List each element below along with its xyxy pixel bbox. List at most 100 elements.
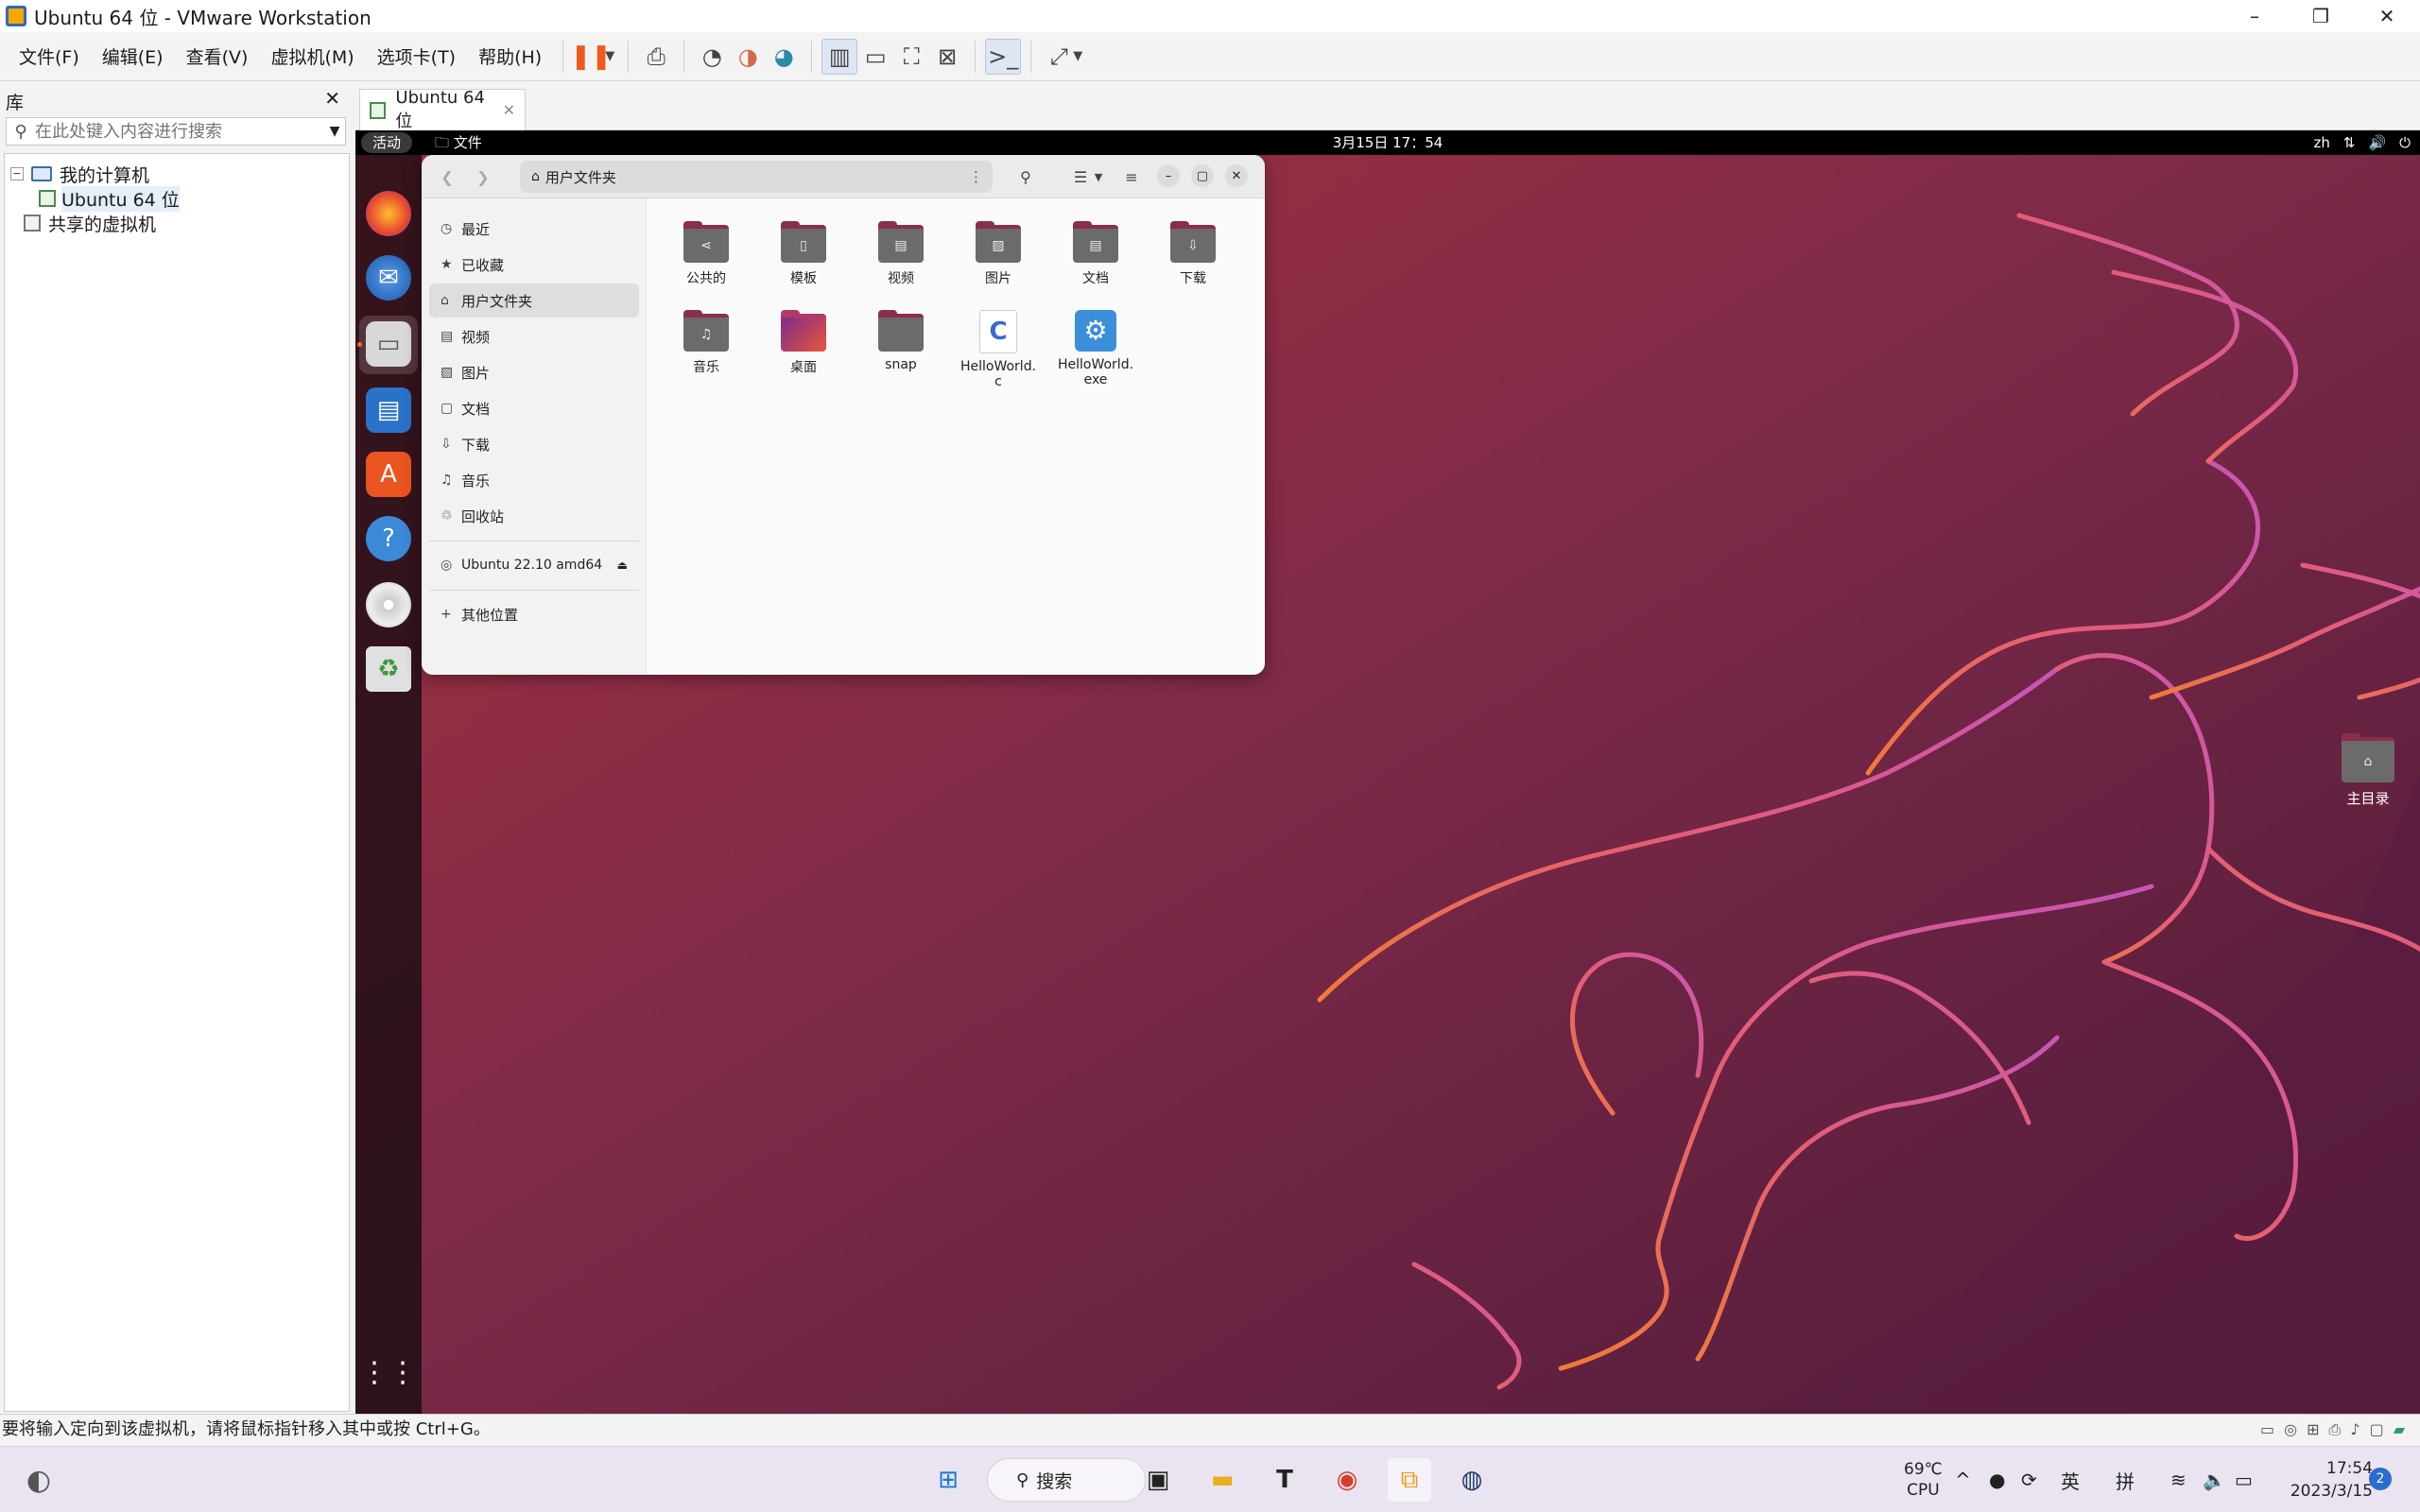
file-item-documents[interactable]: ▤ 文档 xyxy=(1053,221,1138,287)
sidebar-item-other-locations[interactable]: + 其他位置 xyxy=(429,597,639,631)
chrome-icon[interactable]: ◉ xyxy=(1325,1458,1369,1502)
task-view-icon[interactable]: ▣ xyxy=(1136,1458,1180,1502)
speaker-icon[interactable]: 🔈 xyxy=(2203,1447,2226,1512)
close-icon[interactable]: ✕ xyxy=(1225,164,1248,187)
display-icon[interactable]: ▢ xyxy=(2370,1415,2384,1445)
network-adapter-icon[interactable]: ⊞ xyxy=(2307,1415,2319,1445)
file-explorer-icon[interactable]: ▬ xyxy=(1201,1458,1244,1502)
snapshot-take-icon[interactable]: ◔ xyxy=(694,39,730,75)
minimize-button[interactable]: – xyxy=(2221,0,2288,32)
eject-icon[interactable]: ⏏ xyxy=(617,558,628,572)
file-item-desktop[interactable]: 桌面 xyxy=(761,310,846,376)
wifi-icon[interactable]: ≋ xyxy=(2170,1447,2187,1512)
chevron-down-icon[interactable]: ▼ xyxy=(605,49,614,63)
chevron-down-icon[interactable]: ▼ xyxy=(324,124,345,139)
sidebar-item-home[interactable]: ⌂ 用户文件夹 xyxy=(429,284,639,318)
sidebar-item-documents[interactable]: ▢ 文档 xyxy=(429,391,639,425)
input-method-indicator[interactable]: zh xyxy=(2313,130,2329,155)
console-icon[interactable]: >_ xyxy=(985,38,1022,75)
search-input[interactable] xyxy=(35,121,324,142)
library-view-icon[interactable]: ▥ xyxy=(821,38,858,75)
close-icon[interactable]: ✕ xyxy=(324,87,340,110)
unity-icon[interactable]: ⊠ xyxy=(929,39,965,75)
steam-icon[interactable]: ◍ xyxy=(1450,1458,1494,1502)
menu-edit[interactable]: 编辑(E) xyxy=(91,43,175,69)
path-bar[interactable]: ⌂ 用户文件夹 ⋮ xyxy=(520,161,993,193)
file-item-helloworld-exe[interactable]: ⚙ HelloWorld. exe xyxy=(1053,310,1138,387)
snapshot-manager-icon[interactable]: ◕ xyxy=(766,39,802,75)
tree-item-ubuntu-vm[interactable]: Ubuntu 64 位 xyxy=(39,185,180,212)
file-item-music[interactable]: ♫ 音乐 xyxy=(664,310,749,376)
fullscreen-icon[interactable]: ⛶ xyxy=(893,39,929,75)
help-icon[interactable]: ? xyxy=(366,516,411,561)
back-icon[interactable]: ❮ xyxy=(435,163,459,191)
tab-ubuntu-vm[interactable]: Ubuntu 64 位 ✕ xyxy=(359,88,526,131)
maximize-button[interactable]: ❐ xyxy=(2288,0,2354,32)
minimize-icon[interactable]: – xyxy=(1157,164,1180,187)
menu-view[interactable]: 查看(V) xyxy=(175,43,260,69)
ime-pinyin-indicator[interactable]: 拼 xyxy=(2116,1447,2135,1512)
widgets-icon[interactable]: ◐ xyxy=(17,1458,60,1502)
printer-icon[interactable]: ⎙ xyxy=(2329,1415,2342,1445)
vmware-taskbar-icon[interactable]: ⧉ xyxy=(1388,1458,1431,1502)
trash-icon[interactable]: ♻ xyxy=(366,646,411,692)
close-tab-icon[interactable]: ✕ xyxy=(503,101,515,119)
chevron-down-icon[interactable]: ▼ xyxy=(1089,163,1108,191)
sidebar-item-ubuntu-disc[interactable]: ◎ Ubuntu 22.10 amd64 ⏏ xyxy=(429,548,639,582)
menu-vm[interactable]: 虚拟机(M) xyxy=(259,43,365,69)
snapshot-revert-icon[interactable]: ◑ xyxy=(730,39,766,75)
pause-icon[interactable]: ❚❚ xyxy=(570,39,612,75)
thumbnail-view-icon[interactable]: ▭ xyxy=(857,39,893,75)
hamburger-menu-icon[interactable]: ≡ xyxy=(1117,163,1146,191)
cpu-temperature[interactable]: 69℃ CPU xyxy=(1904,1447,1943,1512)
kebab-menu-icon[interactable]: ⋮ xyxy=(969,168,983,185)
vm-console[interactable]: 活动 🗀 文件 3月15日 17：54 zh ⇅ 🔊 ⏻ ✉ ▭ ▤ A ? ♻… xyxy=(355,130,2420,1414)
sidebar-item-videos[interactable]: ▤ 视频 xyxy=(429,319,639,353)
file-item-templates[interactable]: ▯ 模板 xyxy=(761,221,846,287)
taskbar-clock[interactable]: 17:54 2023/3/15 xyxy=(2280,1447,2373,1512)
show-hidden-icons-icon[interactable]: ^ xyxy=(1955,1447,1971,1512)
writer-icon[interactable]: ▤ xyxy=(366,387,411,433)
app-grid-icon[interactable]: ⋮⋮ xyxy=(360,1349,417,1395)
thunderbird-icon[interactable]: ✉ xyxy=(366,255,411,301)
sync-icon[interactable]: ⟳ xyxy=(2021,1447,2037,1512)
send-ctrl-alt-del-icon[interactable]: ⎙ xyxy=(638,39,674,75)
search-icon[interactable]: ⚲ xyxy=(1011,163,1040,191)
forward-icon[interactable]: ❯ xyxy=(471,163,495,191)
desktop-home-folder[interactable]: ⌂ 主目录 xyxy=(2325,733,2411,808)
notification-badge[interactable]: 2 xyxy=(2369,1468,2392,1490)
ubuntu-system-tray[interactable]: zh ⇅ 🔊 ⏻ xyxy=(2313,130,2411,155)
menu-tabs[interactable]: 选项卡(T) xyxy=(366,43,467,69)
file-item-videos[interactable]: ▤ 视频 xyxy=(858,221,943,287)
tree-item-shared-vms[interactable]: 共享的虚拟机 xyxy=(24,211,156,235)
disc-icon[interactable] xyxy=(366,582,411,627)
chevron-down-icon[interactable]: ▼ xyxy=(1073,49,1082,63)
menu-help[interactable]: 帮助(H) xyxy=(467,43,553,69)
sidebar-item-downloads[interactable]: ⇩ 下载 xyxy=(429,427,639,461)
sidebar-item-music[interactable]: ♫ 音乐 xyxy=(429,463,639,497)
taskbar-search[interactable]: ⚲ 搜索 xyxy=(987,1458,1146,1502)
message-log-icon[interactable]: ▰ xyxy=(2394,1415,2405,1445)
hard-disk-icon[interactable]: ▭ xyxy=(2260,1415,2274,1445)
sidebar-item-trash[interactable]: ♲ 回收站 xyxy=(429,499,639,533)
sidebar-item-pictures[interactable]: ▨ 图片 xyxy=(429,355,639,389)
start-windows-icon[interactable]: ⊞ xyxy=(926,1458,970,1502)
menu-file[interactable]: 文件(F) xyxy=(8,43,91,69)
stretch-icon[interactable]: ⤢ xyxy=(1041,39,1077,75)
files-icon[interactable]: ▭ xyxy=(366,321,411,367)
cd-rom-icon[interactable]: ◎ xyxy=(2284,1415,2297,1445)
ime-mode-indicator[interactable]: 英 xyxy=(2061,1447,2080,1512)
collapse-icon[interactable]: − xyxy=(10,167,24,180)
close-button[interactable]: ✕ xyxy=(2354,0,2420,32)
qq-icon[interactable]: ● xyxy=(1989,1447,2005,1512)
file-item-snap[interactable]: snap xyxy=(858,310,943,372)
firefox-icon[interactable] xyxy=(366,191,411,236)
tree-item-my-computer[interactable]: − 我的计算机 xyxy=(10,162,149,186)
file-item-pictures[interactable]: ▨ 图片 xyxy=(956,221,1041,287)
file-item-downloads[interactable]: ⇩ 下载 xyxy=(1150,221,1236,287)
ubuntu-clock[interactable]: 3月15日 17：54 xyxy=(355,130,2420,155)
maximize-icon[interactable]: ▢ xyxy=(1191,164,1214,187)
sidebar-item-starred[interactable]: ★ 已收藏 xyxy=(429,248,639,282)
sidebar-item-recent[interactable]: ◷ 最近 xyxy=(429,212,639,246)
battery-icon[interactable]: ▭ xyxy=(2235,1447,2253,1512)
